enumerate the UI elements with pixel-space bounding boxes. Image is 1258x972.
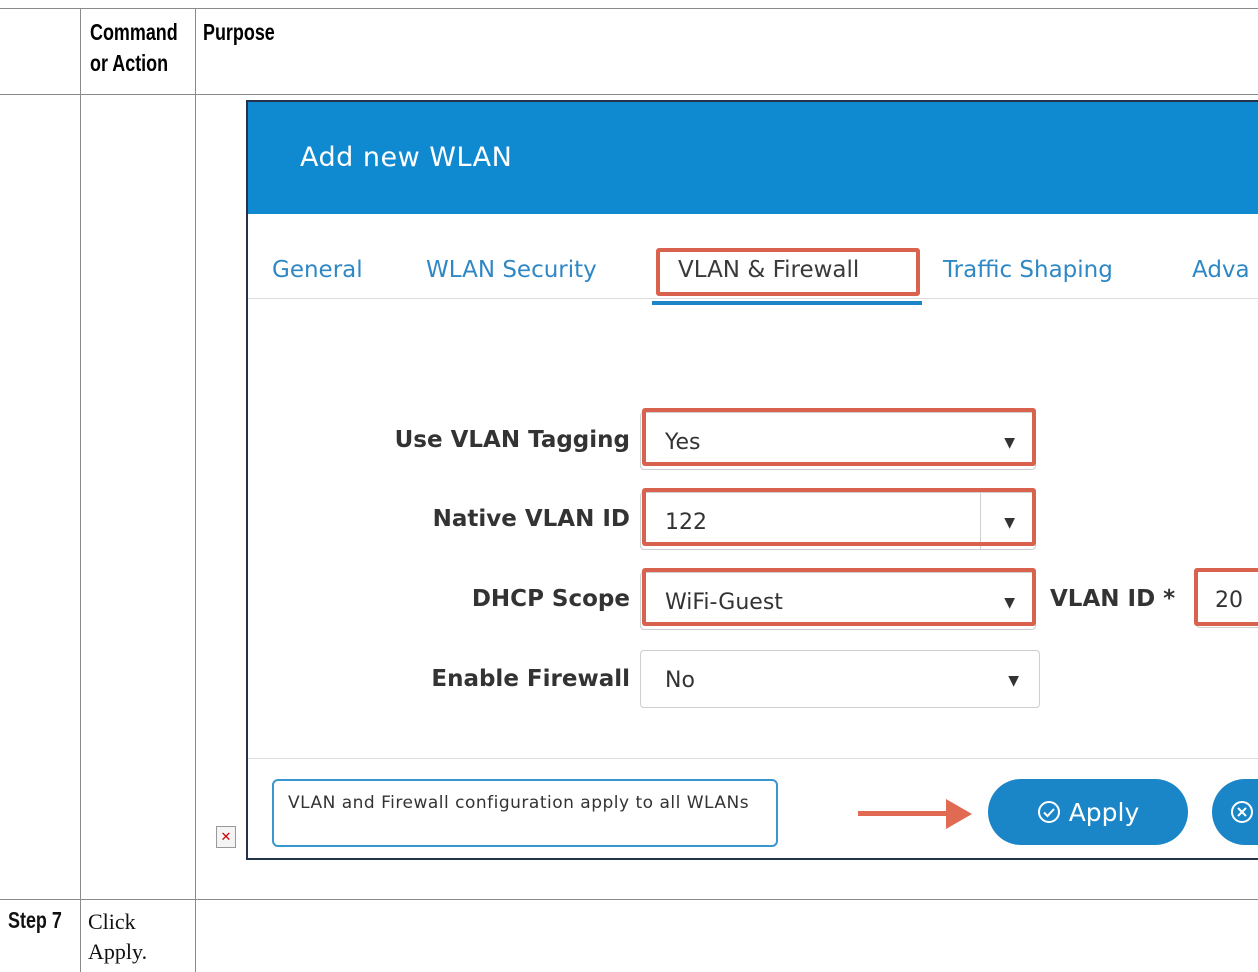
- table-header-rule: [0, 94, 1258, 95]
- apply-label: Apply: [1068, 797, 1140, 827]
- tab-general[interactable]: General: [272, 257, 363, 283]
- chevron-down-icon: ▼: [1008, 673, 1019, 689]
- column-rule-1: [80, 8, 81, 972]
- pointer-arrow-shaft: [858, 811, 958, 816]
- highlight-native-vlan-id: [642, 488, 1036, 546]
- dialog-footer: VLAN and Firewall configuration apply to…: [248, 758, 1258, 858]
- step-label: Step 7: [8, 907, 62, 933]
- dhcp-scope-label: DHCP Scope: [471, 586, 630, 612]
- highlight-use-vlan-tagging: [642, 408, 1036, 466]
- header-command: Command or Action: [90, 17, 178, 79]
- cancel-button[interactable]: [1212, 779, 1258, 845]
- tab-wlan-security[interactable]: WLAN Security: [426, 257, 597, 283]
- apply-button[interactable]: Apply: [988, 779, 1188, 845]
- table-step-rule: [0, 899, 1258, 900]
- close-circle-icon: [1231, 801, 1253, 823]
- tab-traffic-shaping[interactable]: Traffic Shaping: [943, 257, 1113, 283]
- tab-advanced[interactable]: Adva: [1192, 257, 1250, 283]
- header-command-line1: Command: [90, 19, 178, 45]
- dialog-header: Add new WLAN: [248, 102, 1258, 214]
- pointer-arrow-head: [946, 799, 972, 829]
- header-command-line2: or Action: [90, 50, 169, 76]
- header-purpose: Purpose: [203, 19, 275, 45]
- enable-firewall-value: No: [665, 668, 695, 693]
- step-text-line2: Apply.: [88, 939, 148, 964]
- step-text: Click Apply.: [88, 907, 147, 967]
- broken-image-icon: ✕: [216, 826, 236, 848]
- column-rule-2: [195, 8, 196, 972]
- tab-bar: General WLAN Security VLAN & Firewall Tr…: [248, 214, 1258, 305]
- dialog-title: Add new WLAN: [300, 142, 513, 173]
- check-circle-icon: [1037, 801, 1060, 823]
- highlight-vlan-id: [1194, 568, 1258, 626]
- vlan-firewall-note: VLAN and Firewall configuration apply to…: [272, 779, 778, 847]
- highlight-dhcp-scope: [642, 568, 1036, 626]
- enable-firewall-select[interactable]: No ▼: [640, 650, 1040, 708]
- native-vlan-id-label: Native VLAN ID: [432, 506, 630, 532]
- highlight-tab-vlan-firewall: [656, 248, 920, 296]
- enable-firewall-label: Enable Firewall: [431, 666, 630, 692]
- use-vlan-tagging-label: Use VLAN Tagging: [394, 427, 630, 453]
- table-top-rule: [0, 8, 1258, 9]
- vlan-id-label: VLAN ID *: [1050, 586, 1176, 612]
- step-text-line1: Click: [88, 909, 136, 934]
- wlan-dialog-screenshot: Add new WLAN General WLAN Security VLAN …: [246, 100, 1258, 860]
- active-tab-underline: [652, 301, 922, 305]
